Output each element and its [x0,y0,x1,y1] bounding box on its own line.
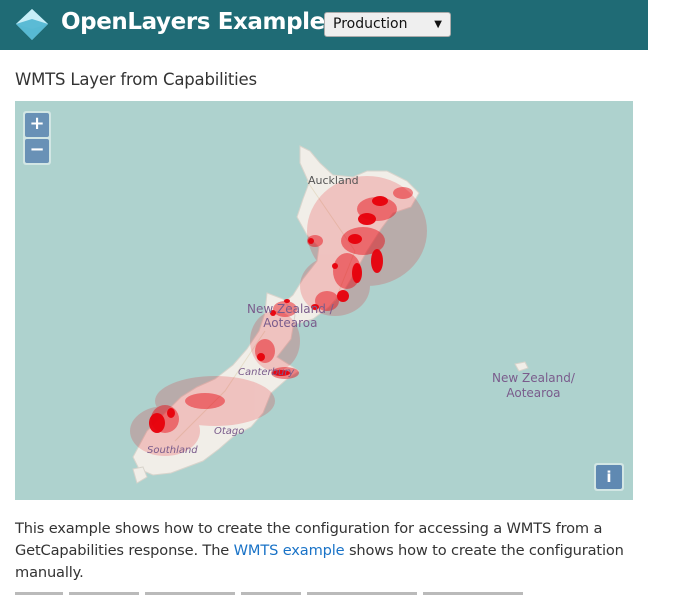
openlayers-logo-icon[interactable] [14,7,50,43]
map-label-new-zealand: New Zealand / Aotearoa [247,302,334,330]
cutoff-text-line [15,592,535,600]
map-label-southland: Southland [147,445,198,456]
map-label-new-zealand-east: New Zealand/ Aotearoa [492,371,575,401]
attribution-info-button[interactable]: i [596,465,622,489]
attribution-control: i [594,463,624,491]
map-label-auckland: Auckland [308,174,359,187]
map-viewport[interactable]: Auckland New Zealand / Aotearoa Canterbu… [15,101,633,500]
version-select-value: Production [333,16,408,32]
zoom-in-button[interactable]: + [25,113,49,137]
map-label-new-zealand-east-line1: New Zealand/ [492,371,575,385]
chevron-down-icon: ▼ [434,19,442,30]
brand-title[interactable]: OpenLayers Examples [61,9,339,35]
map-label-new-zealand-line2: Aotearoa [263,316,318,330]
chatham-islands [514,361,529,372]
map-label-new-zealand-line1: New Zealand / [247,302,334,316]
example-description: This example shows how to create the con… [15,518,635,584]
map-canvas [130,145,529,484]
zoom-control: + − [23,111,51,165]
navbar: OpenLayers Examples Production ▼ [0,0,648,50]
map-label-otago: Otago [214,426,245,437]
page-title: WMTS Layer from Capabilities [15,70,257,89]
version-select[interactable]: Production ▼ [324,12,451,37]
wmts-example-link[interactable]: WMTS example [234,542,345,559]
map-label-canterbury: Canterbury [238,367,295,378]
map-label-new-zealand-east-line2: Aotearoa [506,386,561,400]
zoom-out-button[interactable]: − [25,139,49,163]
